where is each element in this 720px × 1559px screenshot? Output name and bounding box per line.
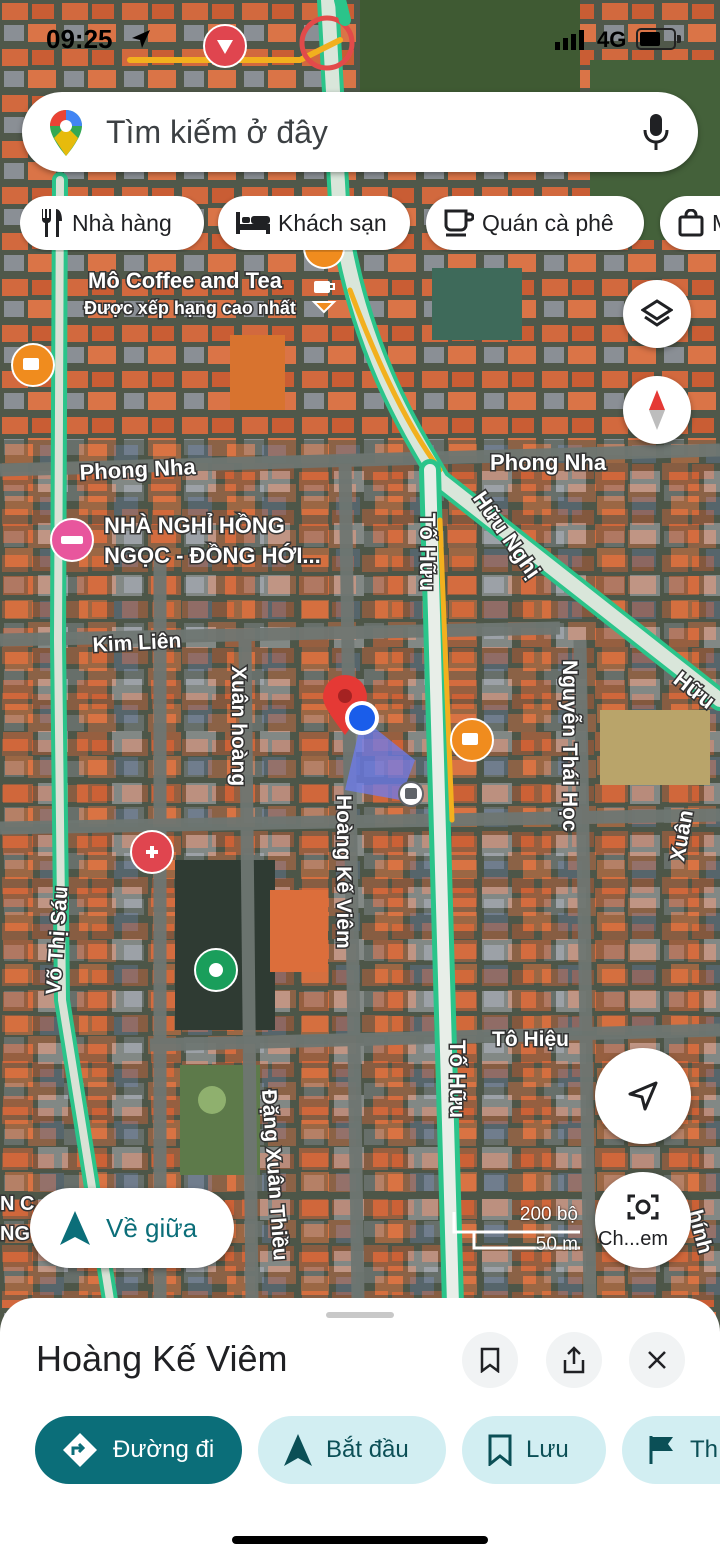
street-label-xuan-hoang: Xuân hoàng <box>227 666 250 786</box>
microphone-icon[interactable] <box>642 112 670 152</box>
search-bar[interactable]: Tìm kiếm ở đây <box>22 92 698 172</box>
park-pin-icon[interactable] <box>194 948 238 992</box>
layers-button[interactable] <box>623 280 691 348</box>
save-label: Lưu <box>526 1436 569 1463</box>
chip-label: M <box>712 210 720 237</box>
street-label-to-huu-bottom: Tố Hữu <box>445 1040 470 1118</box>
street-label-edge-left2: NG <box>0 1223 30 1245</box>
coffee-pin-icon[interactable] <box>11 343 55 387</box>
close-button[interactable] <box>629 1332 685 1388</box>
status-time: 09:25 <box>46 24 113 54</box>
poi-label-nha-nghi-line2[interactable]: NGỌC - ĐỒNG HỚI... <box>103 542 323 570</box>
street-label-kim-lien: Kim Liên <box>92 629 182 657</box>
home-indicator[interactable] <box>232 1536 488 1544</box>
save-icon-button[interactable] <box>462 1332 518 1388</box>
share-button[interactable] <box>546 1332 602 1388</box>
layers-icon <box>641 299 673 327</box>
lens-camera-icon <box>627 1194 659 1220</box>
camera-search-button[interactable] <box>595 1172 691 1268</box>
bed-icon <box>236 212 270 234</box>
chip-label: Quán cà phê <box>482 209 614 236</box>
street-label-hoang-ke-viem: Hoàng Kế Viêm <box>332 795 355 949</box>
street-label-to-huu-top: Tố Hữu <box>415 513 440 591</box>
street-label-to-hieu: Tô Hiệu <box>492 1028 569 1051</box>
recenter-button[interactable]: Về giữa <box>30 1188 234 1268</box>
sheet-drag-handle[interactable] <box>326 1312 394 1318</box>
chip-restaurants[interactable]: Nhà hàng <box>20 196 204 250</box>
street-label-edge-left: N C <box>0 1193 34 1215</box>
save-button[interactable]: Lưu <box>462 1416 606 1484</box>
navigation-arrow-icon <box>628 1081 658 1111</box>
label-button[interactable]: Th <box>622 1416 720 1484</box>
status-bar: 09:25 4G <box>0 0 720 80</box>
my-location-dot-icon <box>345 701 379 735</box>
chip-label: Nhà hàng <box>72 209 172 236</box>
bookmark-icon <box>488 1434 512 1466</box>
navigation-arrow-icon <box>60 1211 90 1245</box>
coffee-cup-icon <box>444 209 474 237</box>
map-scale: 200 bộ 50 m <box>452 1204 582 1260</box>
directions-label: Đường đi <box>113 1436 215 1463</box>
hospital-pin-icon[interactable] <box>130 830 174 874</box>
chip-shopping[interactable]: M <box>660 196 720 250</box>
share-icon <box>563 1346 585 1374</box>
fork-knife-icon <box>41 209 62 237</box>
search-input[interactable]: Tìm kiếm ở đây <box>106 114 328 151</box>
google-maps-logo-icon <box>50 110 82 156</box>
camera-search-label: Ch...em <box>598 1228 669 1250</box>
start-button[interactable]: Bắt đầu <box>258 1416 446 1484</box>
label-label: Th <box>690 1436 719 1463</box>
hotel-pin-icon[interactable] <box>50 518 94 562</box>
place-title: Hoàng Kế Viêm <box>36 1338 288 1379</box>
start-label: Bắt đầu <box>326 1436 409 1463</box>
shopping-bag-icon <box>678 209 704 237</box>
poi-subtitle-mo-coffee: Được xếp hạng cao nhất <box>84 298 296 318</box>
place-sheet[interactable]: Hoàng Kế Viêm Đường đi Bắt đầu Lưu Th <box>0 1298 720 1559</box>
compass-icon <box>649 390 665 430</box>
my-location-button[interactable] <box>595 1048 691 1144</box>
recenter-label: Về giữa <box>106 1212 198 1243</box>
coffee-pin-icon[interactable] <box>450 718 494 762</box>
street-label-nguyen-thai-hoc: Nguyễn Thái Học <box>558 660 582 832</box>
poi-label-mo-coffee[interactable]: Mô Coffee and Tea <box>87 267 285 295</box>
close-icon <box>648 1351 666 1369</box>
cellular-signal-icon <box>555 30 584 50</box>
directions-icon <box>63 1433 97 1467</box>
bus-stop-icon[interactable] <box>398 781 424 807</box>
poi-label-nha-nghi-line1[interactable]: NHÀ NGHỈ HỒNG <box>103 512 287 540</box>
scale-meters: 50 m <box>535 1234 578 1255</box>
category-chips: Nhà hàng Khách sạn Quán cà phê M <box>20 196 720 252</box>
location-arrow-icon <box>132 30 150 48</box>
street-label-phong-nha-right: Phong Nha <box>490 450 607 475</box>
bookmark-icon <box>480 1347 500 1373</box>
directions-button[interactable]: Đường đi <box>35 1416 242 1484</box>
compass-button[interactable] <box>623 376 691 444</box>
chip-label: Khách sạn <box>278 209 387 236</box>
flag-icon <box>649 1436 673 1464</box>
chip-hotels[interactable]: Khách sạn <box>218 196 410 250</box>
chip-cafes[interactable]: Quán cà phê <box>426 196 644 250</box>
battery-icon <box>636 28 681 50</box>
navigation-arrow-icon <box>284 1434 312 1466</box>
network-type: 4G <box>597 27 627 52</box>
scale-feet: 200 bộ <box>519 1204 578 1225</box>
